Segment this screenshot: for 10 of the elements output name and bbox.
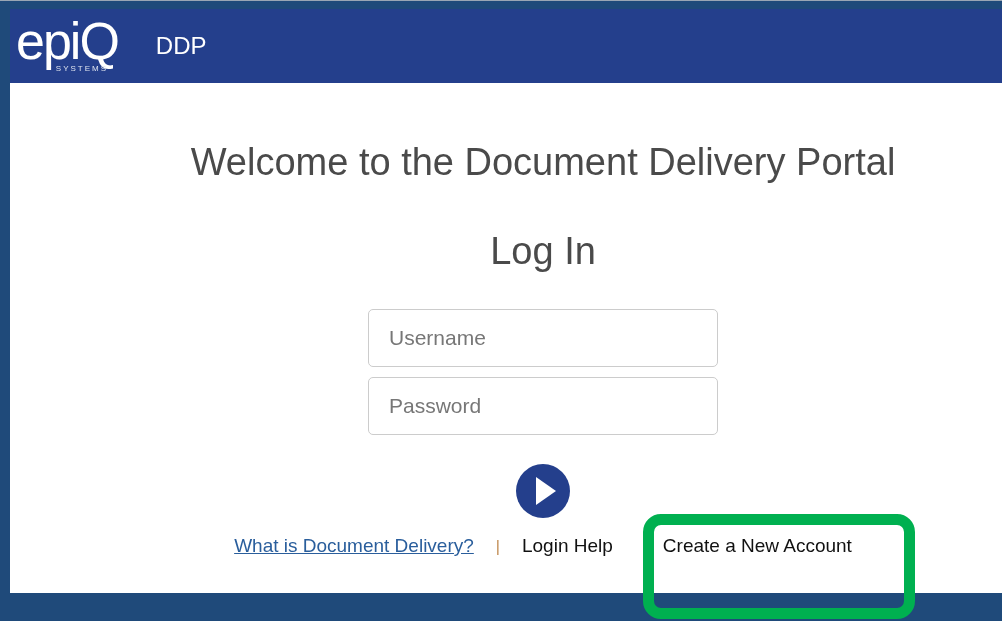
app-name: DDP bbox=[155, 32, 207, 60]
help-link[interactable]: Login Help bbox=[522, 535, 613, 557]
create-account-link[interactable]: Create a New Account bbox=[662, 535, 852, 557]
login-field[interactable]: Username bbox=[368, 309, 718, 367]
info-link[interactable]: What is Document Delivery? bbox=[234, 535, 474, 557]
welcome-title: Welcome to the Document Delivery Portal bbox=[190, 141, 896, 184]
login-heading: Log In bbox=[490, 230, 596, 273]
link-separator: | bbox=[495, 538, 500, 556]
login-field[interactable]: Password bbox=[368, 377, 718, 435]
play-icon[interactable] bbox=[515, 463, 571, 519]
